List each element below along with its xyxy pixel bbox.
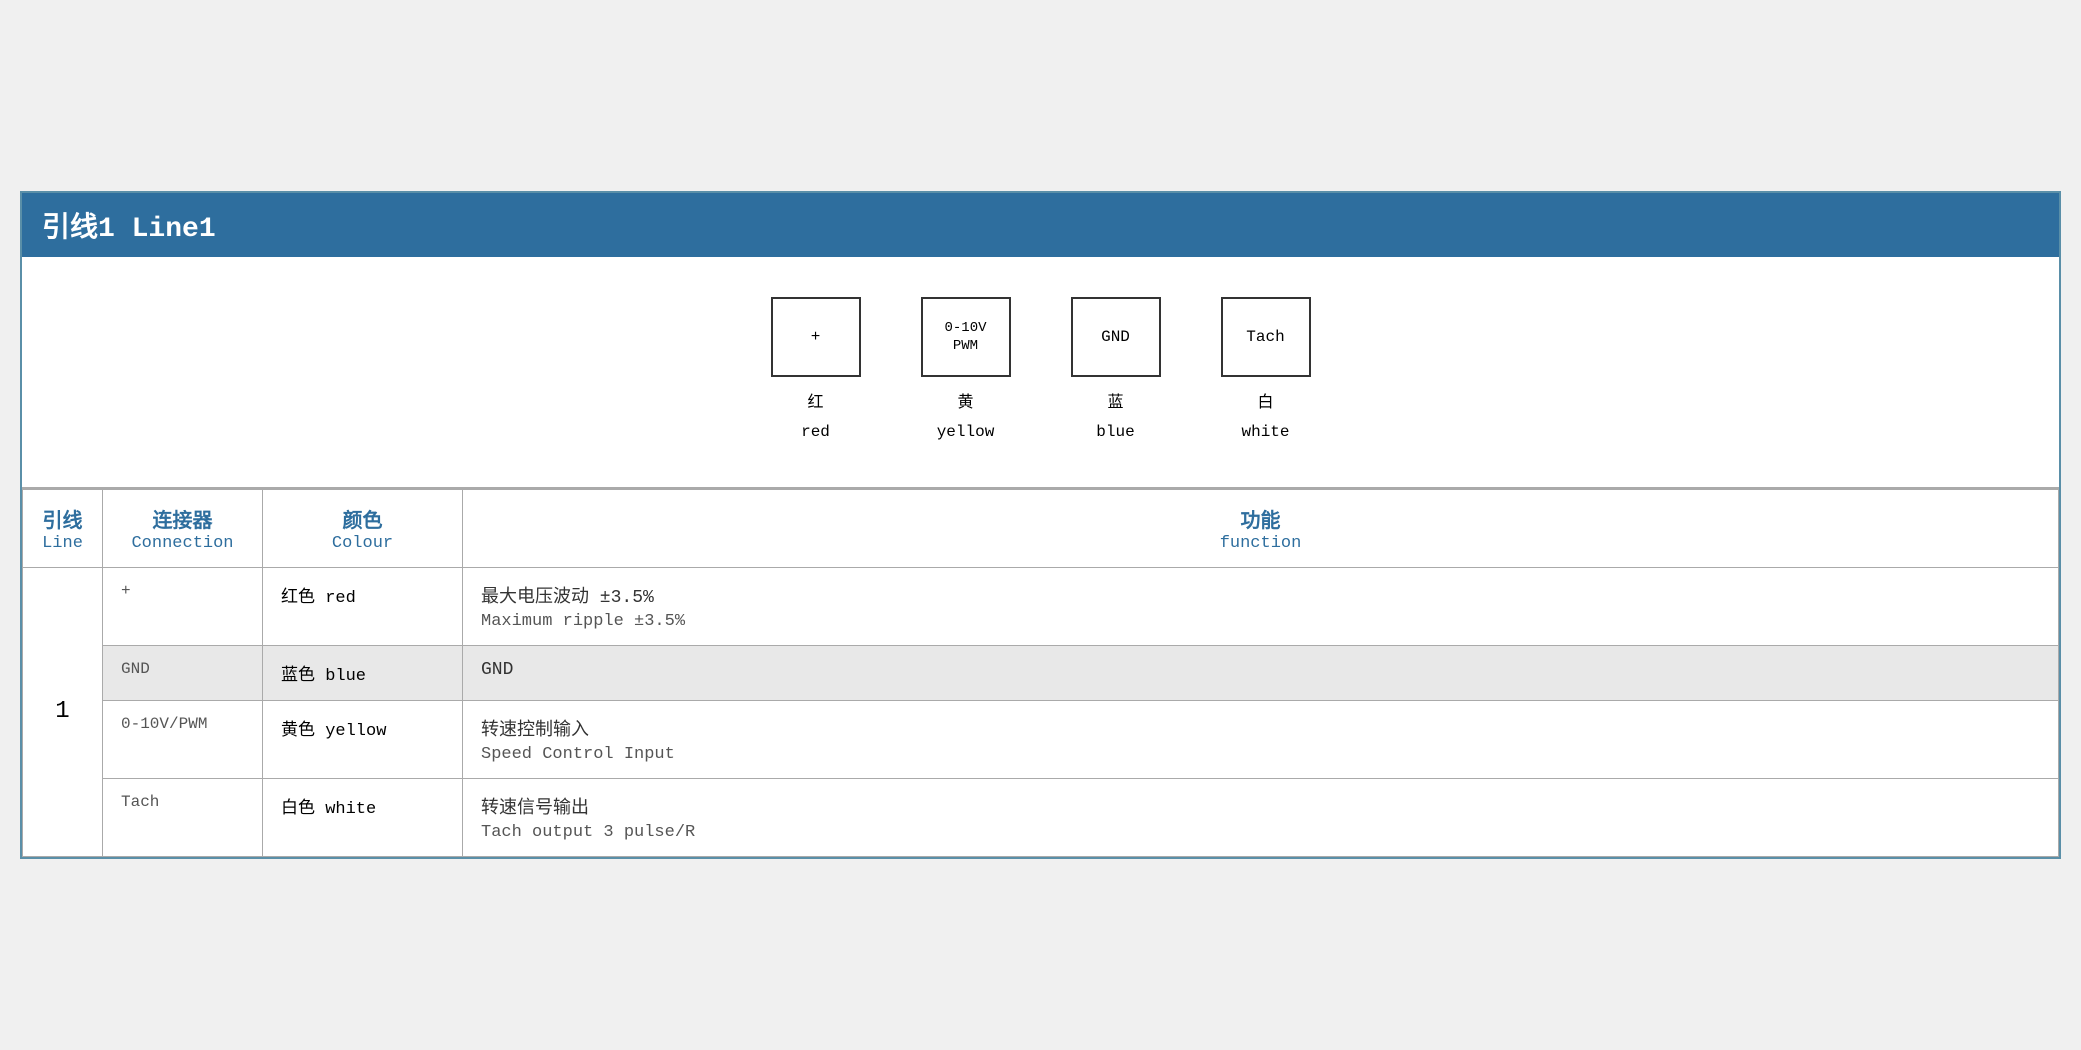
func-text-tach: 转速信号输出 Tach output 3 pulse/R xyxy=(481,793,2040,842)
color-cell-white: 白色 white xyxy=(263,778,463,856)
pin-tach-label: 白 white xyxy=(1241,389,1289,447)
pin-plus-zh: 红 xyxy=(801,389,830,418)
color-text-yellow: 黄色 yellow xyxy=(281,722,386,741)
conn-cell-tach: Tach xyxy=(103,778,263,856)
pin-plus-label: 红 red xyxy=(801,389,830,447)
func-zh-tach: 转速信号输出 xyxy=(481,793,2040,819)
data-table: 引线 Line 连接器 Connection 颜色 Colour 功能 func… xyxy=(22,489,2059,857)
th-color: 颜色 Colour xyxy=(263,489,463,567)
pin-pwm-box: 0-10VPWM xyxy=(921,297,1011,377)
table-row: GND 蓝色 blue GND xyxy=(23,645,2059,700)
conn-cell-plus: + xyxy=(103,567,263,645)
pin-tach-zh: 白 xyxy=(1241,389,1289,418)
color-cell-blue: 蓝色 blue xyxy=(263,645,463,700)
pin-gnd: GND 蓝 blue xyxy=(1071,297,1161,447)
pin-pwm-label: 黄 yellow xyxy=(937,389,995,447)
conn-label-tach: Tach xyxy=(121,793,159,811)
func-zh-pwm: 转速控制输入 xyxy=(481,715,2040,741)
pin-tach-box: Tach xyxy=(1221,297,1311,377)
color-text-red: 红色 red xyxy=(281,589,356,608)
th-func-zh: 功能 xyxy=(481,504,2040,534)
pin-plus-en: red xyxy=(801,418,830,447)
th-line-zh: 引线 xyxy=(41,504,84,534)
pin-gnd-zh: 蓝 xyxy=(1096,389,1134,418)
pin-gnd-box: GND xyxy=(1071,297,1161,377)
pin-tach-en: white xyxy=(1241,418,1289,447)
func-en-plus: Maximum ripple ±3.5% xyxy=(481,612,2040,631)
func-cell-plus: 最大电压波动 ±3.5% Maximum ripple ±3.5% xyxy=(463,567,2059,645)
func-text-pwm: 转速控制输入 Speed Control Input xyxy=(481,715,2040,764)
func-zh-gnd: GND xyxy=(481,660,2040,680)
pin-plus-box: + xyxy=(771,297,861,377)
th-conn: 连接器 Connection xyxy=(103,489,263,567)
th-color-en: Colour xyxy=(281,534,444,553)
conn-label-plus: + xyxy=(121,582,131,600)
pin-pwm: 0-10VPWM 黄 yellow xyxy=(921,297,1011,447)
func-cell-tach: 转速信号输出 Tach output 3 pulse/R xyxy=(463,778,2059,856)
th-line: 引线 Line xyxy=(23,489,103,567)
func-text-gnd: GND xyxy=(481,660,2040,680)
table-row: 0-10V/PWM 黄色 yellow 转速控制输入 Speed Control… xyxy=(23,700,2059,778)
color-cell-yellow: 黄色 yellow xyxy=(263,700,463,778)
th-conn-zh: 连接器 xyxy=(121,504,244,534)
conn-label-pwm: 0-10V/PWM xyxy=(121,715,207,733)
pin-gnd-en: blue xyxy=(1096,418,1134,447)
section-header: 引线1 Line1 xyxy=(22,193,2059,257)
conn-cell-gnd: GND xyxy=(103,645,263,700)
pin-diagram: + 红 red 0-10VPWM 黄 yellow GND 蓝 blue xyxy=(771,297,1311,447)
th-line-en: Line xyxy=(41,534,84,553)
conn-label-gnd: GND xyxy=(121,660,150,678)
pin-gnd-label: 蓝 blue xyxy=(1096,389,1134,447)
line-number-cell: 1 xyxy=(23,567,103,856)
func-cell-gnd: GND xyxy=(463,645,2059,700)
pin-pwm-zh: 黄 xyxy=(937,389,995,418)
color-text-white: 白色 white xyxy=(281,800,376,819)
section-title: 引线1 Line1 xyxy=(42,205,2039,245)
diagram-section: + 红 red 0-10VPWM 黄 yellow GND 蓝 blue xyxy=(22,257,2059,489)
table-row: Tach 白色 white 转速信号输出 Tach output 3 pulse… xyxy=(23,778,2059,856)
th-func: 功能 function xyxy=(463,489,2059,567)
func-zh-plus: 最大电压波动 ±3.5% xyxy=(481,582,2040,608)
pin-tach: Tach 白 white xyxy=(1221,297,1311,447)
table-header-row: 引线 Line 连接器 Connection 颜色 Colour 功能 func… xyxy=(23,489,2059,567)
color-cell-red: 红色 red xyxy=(263,567,463,645)
th-func-en: function xyxy=(481,534,2040,553)
color-text-blue: 蓝色 blue xyxy=(281,667,366,686)
conn-cell-pwm: 0-10V/PWM xyxy=(103,700,263,778)
table-row: 1 + 红色 red 最大电压波动 ±3.5% Maximum ripple ±… xyxy=(23,567,2059,645)
pin-plus: + 红 red xyxy=(771,297,861,447)
main-container: 引线1 Line1 + 红 red 0-10VPWM 黄 yellow xyxy=(20,191,2061,859)
func-text-plus: 最大电压波动 ±3.5% Maximum ripple ±3.5% xyxy=(481,582,2040,631)
th-color-zh: 颜色 xyxy=(281,504,444,534)
func-en-tach: Tach output 3 pulse/R xyxy=(481,823,2040,842)
pin-pwm-en: yellow xyxy=(937,418,995,447)
func-cell-pwm: 转速控制输入 Speed Control Input xyxy=(463,700,2059,778)
func-en-pwm: Speed Control Input xyxy=(481,745,2040,764)
th-conn-en: Connection xyxy=(121,534,244,553)
